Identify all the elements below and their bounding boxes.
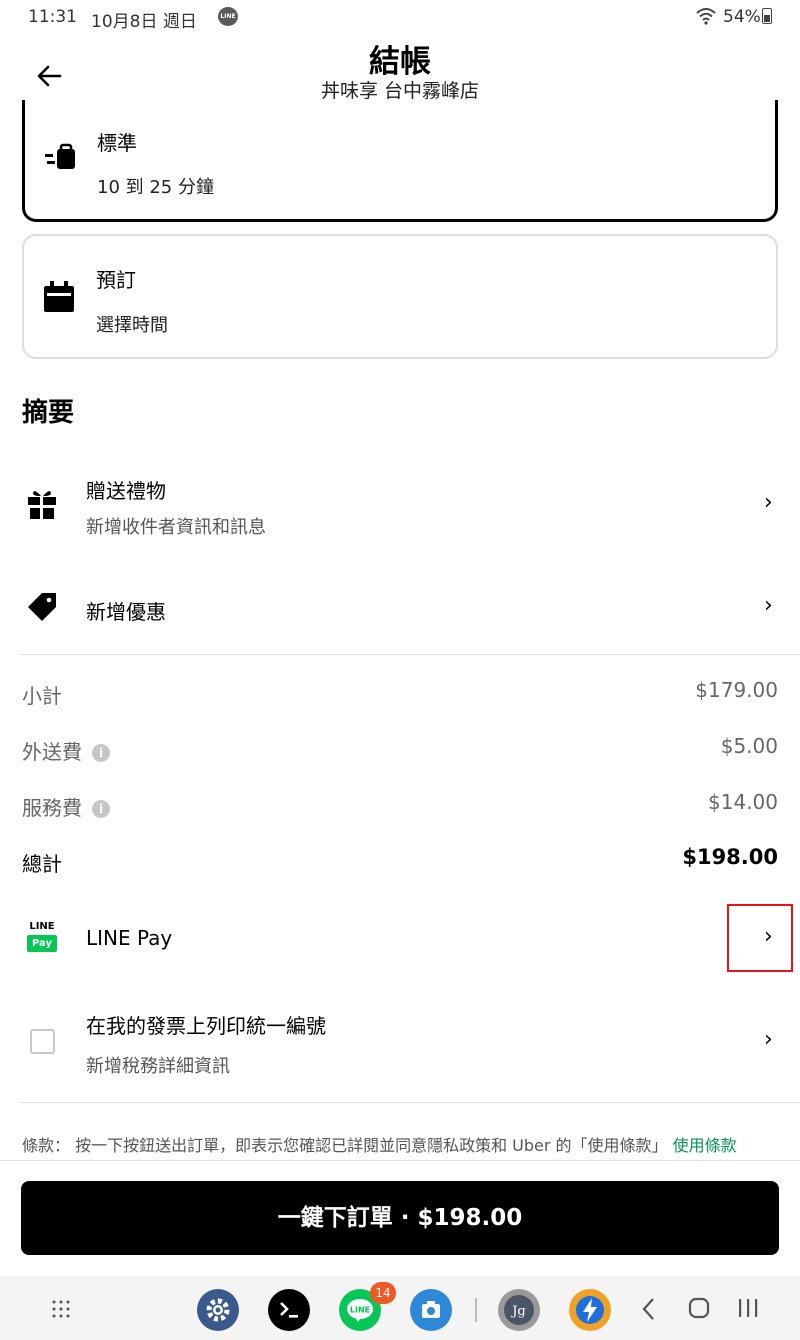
- system-nav-bar: LINE Jg: [0, 1276, 800, 1340]
- total-value: $198.00: [682, 845, 778, 869]
- battery-percent: 54%: [723, 7, 761, 27]
- line-notification-icon: LINE: [218, 7, 238, 26]
- delivery-option-standard[interactable]: 標準 10 到 25 分鐘: [22, 100, 778, 222]
- divider: [20, 1102, 800, 1103]
- tag-icon: [28, 593, 56, 621]
- delivery-fee-value: $5.00: [720, 734, 778, 758]
- terms-link[interactable]: 使用條款: [673, 1136, 737, 1155]
- service-fee-text: 服務費: [22, 796, 82, 820]
- service-fee-label: 服務費 i: [22, 792, 110, 821]
- status-time: 11:31: [28, 7, 77, 27]
- service-fee-value: $14.00: [708, 790, 778, 814]
- total-label: 總計: [22, 852, 62, 876]
- terms-text: 條款： 按一下按鈕送出訂單，即表示您確認已詳閱並同意隱私政策和 Uber 的「使…: [22, 1132, 737, 1156]
- line-notification-badge: 14: [370, 1282, 396, 1304]
- camera-lens-icon: [422, 1301, 440, 1318]
- gift-label: 贈送禮物: [86, 479, 166, 503]
- invoice-label: 在我的發票上列印統一編號: [86, 1014, 326, 1038]
- nav-recents-icon[interactable]: [738, 1297, 758, 1319]
- invoice-row[interactable]: 在我的發票上列印統一編號 新增稅務詳細資訊 ›: [0, 1005, 800, 1085]
- status-bar: 11:31 10月8日 週日 LINE 54%: [0, 0, 800, 36]
- highlight-box: [727, 904, 793, 972]
- chevron-right-icon: ›: [764, 593, 773, 618]
- line-pay-logo-line: LINE: [29, 921, 55, 932]
- delivery-bag-icon: [45, 143, 75, 169]
- terminal-prompt-icon: [280, 1302, 298, 1318]
- invoice-checkbox[interactable]: [30, 1029, 55, 1054]
- invoice-sublabel: 新增稅務詳細資訊: [86, 1056, 230, 1077]
- status-date: 10月8日 週日: [91, 12, 197, 32]
- app-drawer-icon[interactable]: [52, 1300, 70, 1318]
- info-icon[interactable]: i: [92, 744, 110, 762]
- svg-text:Jg: Jg: [510, 1304, 526, 1319]
- divider: [0, 1160, 800, 1161]
- info-icon[interactable]: i: [92, 800, 110, 818]
- bolt-app-icon[interactable]: [569, 1289, 611, 1331]
- gift-icon: [28, 491, 56, 519]
- promo-label: 新增優惠: [86, 600, 166, 624]
- battery-icon: [762, 8, 772, 24]
- camera-icon[interactable]: [410, 1289, 452, 1331]
- nav-back-icon[interactable]: [640, 1297, 658, 1321]
- delivery-fee-text: 外送費: [22, 740, 82, 764]
- payment-method-row[interactable]: LINE Pay: [0, 905, 800, 971]
- place-order-button[interactable]: 一鍵下訂單 · $198.00: [21, 1181, 779, 1255]
- subtotal-label: 小計: [22, 684, 62, 708]
- delivery-fee-label: 外送費 i: [22, 736, 110, 765]
- terms-body: 條款： 按一下按鈕送出訂單，即表示您確認已詳閱並同意隱私政策和 Uber 的「使…: [22, 1136, 668, 1155]
- divider: [20, 654, 800, 655]
- gift-sublabel: 新增收件者資訊和訊息: [86, 517, 266, 538]
- store-name: 丼味享 台中霧峰店: [320, 80, 480, 102]
- chevron-right-icon: ›: [764, 490, 773, 515]
- jg-app-icon[interactable]: Jg: [498, 1289, 540, 1331]
- gear-icon: [206, 1298, 230, 1322]
- lightning-icon: [576, 1296, 604, 1324]
- summary-heading: 摘要: [22, 398, 75, 428]
- chevron-right-icon: ›: [764, 1027, 773, 1052]
- line-pay-logo: LINE Pay: [27, 921, 57, 953]
- wifi-icon: [696, 8, 716, 25]
- nav-home-icon[interactable]: [688, 1297, 710, 1319]
- delivery-option-name: 標準: [97, 131, 137, 155]
- delivery-option-detail: 10 到 25 分鐘: [97, 177, 214, 198]
- settings-icon[interactable]: [197, 1289, 239, 1331]
- terminal-icon[interactable]: [268, 1289, 310, 1331]
- subtotal-value: $179.00: [695, 678, 778, 702]
- nav-separator: [475, 1298, 477, 1322]
- delivery-option-detail: 選擇時間: [96, 315, 168, 336]
- delivery-option-name: 預訂: [96, 268, 136, 292]
- page-title: 結帳: [369, 44, 431, 80]
- jg-logo-icon: Jg: [504, 1295, 534, 1325]
- calendar-icon: [44, 281, 74, 312]
- svg-text:LINE: LINE: [350, 1306, 370, 1315]
- promo-row[interactable]: 新增優惠 ›: [0, 585, 800, 635]
- line-pay-logo-pay: Pay: [27, 935, 57, 952]
- delivery-option-schedule[interactable]: 預訂 選擇時間: [22, 234, 778, 359]
- gift-row[interactable]: 贈送禮物 新增收件者資訊和訊息 ›: [0, 470, 800, 550]
- payment-method-label: LINE Pay: [86, 926, 173, 950]
